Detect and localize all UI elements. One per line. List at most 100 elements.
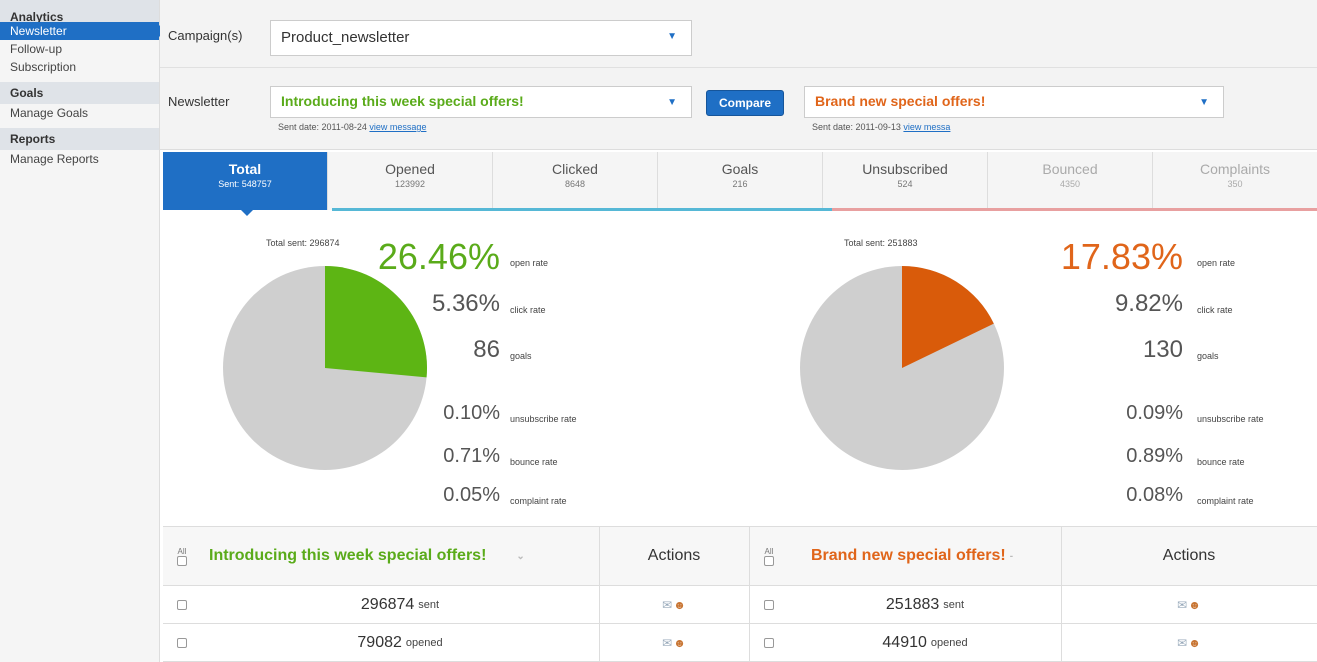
people-icon[interactable]: ☻ bbox=[1188, 598, 1201, 612]
stat-label: unsubscribe rate bbox=[1197, 414, 1264, 424]
sidebar-item-follow-up[interactable]: Follow-up bbox=[0, 40, 159, 58]
row-checkbox-right[interactable] bbox=[749, 624, 789, 661]
pie-slice-open-rate bbox=[325, 266, 427, 378]
tab-total[interactable]: Total Sent: 548757 bbox=[163, 152, 328, 216]
campaign-select[interactable]: Product_newsletter ▼ bbox=[270, 20, 692, 56]
view-message-link[interactable]: view messa bbox=[903, 122, 950, 132]
stat-click-rate-label-wrap: click rate bbox=[1197, 305, 1307, 315]
checkbox[interactable] bbox=[764, 599, 774, 610]
tab-unsubscribed[interactable]: Unsubscribed 524 bbox=[823, 152, 988, 210]
campaign-bar: Campaign(s) Product_newsletter ▼ bbox=[160, 0, 1317, 68]
stat-unit: opened bbox=[405, 636, 443, 649]
row-checkbox-right[interactable] bbox=[749, 586, 789, 623]
tab-count: 4350 bbox=[1059, 179, 1081, 189]
mail-icon[interactable]: ✉ bbox=[662, 636, 672, 650]
checkbox[interactable] bbox=[764, 555, 774, 566]
campaign-select-value: Product_newsletter bbox=[281, 29, 410, 46]
newsletter-left-value: Introducing this week special offers! bbox=[281, 93, 524, 109]
sidebar-item-manage-goals[interactable]: Manage Goals bbox=[0, 104, 159, 122]
stat-click-rate-label-wrap: click rate bbox=[510, 305, 620, 315]
stat-bounce-label-wrap: bounce rate bbox=[510, 457, 620, 467]
left-title: Introducing this week special offers! bbox=[209, 547, 487, 564]
chevron-down-icon: ▼ bbox=[667, 97, 677, 108]
mail-icon[interactable]: ✉ bbox=[1177, 598, 1187, 612]
newsletter-bar: Newsletter Introducing this week special… bbox=[160, 68, 1317, 150]
newsletter-right-select[interactable]: Brand new special offers! ▼ bbox=[804, 86, 1224, 118]
right-stat-cell: 251883 sent bbox=[789, 586, 1061, 623]
stat-number: 296874 bbox=[360, 595, 415, 613]
stat-label: open rate bbox=[1197, 258, 1236, 268]
right-stats-panel: Total sent: 251883 17.83% open rate 9.82… bbox=[740, 214, 1317, 526]
chevron-down-icon: ▼ bbox=[1199, 97, 1209, 108]
stat-value: 5.36% bbox=[431, 290, 500, 317]
stat-label: click rate bbox=[1197, 305, 1233, 315]
stat-value: 26.46% bbox=[377, 236, 500, 277]
row-actions-right: ✉ ☻ bbox=[1061, 586, 1317, 623]
tab-label: Complaints bbox=[1199, 161, 1271, 177]
tab-bounced[interactable]: Bounced 4350 bbox=[988, 152, 1153, 210]
checkbox[interactable] bbox=[177, 637, 187, 648]
view-message-link[interactable]: view message bbox=[369, 122, 426, 132]
tab-complaints[interactable]: Complaints 350 bbox=[1153, 152, 1317, 210]
stat-open-rate-label-wrap: open rate bbox=[510, 258, 620, 268]
newsletter-label: Newsletter bbox=[168, 94, 230, 109]
checkbox[interactable] bbox=[177, 599, 187, 610]
stat-click-rate: 9.82% bbox=[1115, 290, 1183, 318]
sidebar-item-newsletter[interactable]: Newsletter bbox=[0, 22, 165, 40]
checkbox[interactable] bbox=[177, 555, 187, 566]
left-title-header[interactable]: Introducing this week special offers! ⌄ bbox=[201, 527, 599, 585]
tab-count: 350 bbox=[1227, 179, 1243, 189]
right-title-header[interactable]: Brand new special offers! - bbox=[803, 527, 1061, 585]
stat-value: 0.08% bbox=[1126, 484, 1183, 506]
stat-open-rate-label-wrap: open rate bbox=[1197, 258, 1307, 268]
select-all-left[interactable]: All bbox=[163, 527, 201, 585]
stat-complaint-rate: 0.05% bbox=[443, 484, 500, 507]
sidebar-heading-reports: Reports bbox=[0, 128, 159, 150]
stat-goals-label-wrap: goals bbox=[1197, 351, 1307, 361]
campaign-label: Campaign(s) bbox=[168, 28, 243, 43]
table-row: 296874 sent ✉ ☻ 251883 sent ✉ ☻ bbox=[163, 586, 1317, 624]
row-checkbox-left[interactable] bbox=[163, 586, 201, 623]
tab-clicked[interactable]: Clicked 8648 bbox=[493, 152, 658, 210]
mail-icon[interactable]: ✉ bbox=[662, 598, 672, 612]
right-pie-chart bbox=[800, 266, 1004, 470]
stat-value: 9.82% bbox=[1114, 290, 1183, 317]
select-all-right[interactable]: All bbox=[749, 527, 789, 585]
people-icon[interactable]: ☻ bbox=[673, 598, 686, 612]
stat-goals: 130 bbox=[1143, 336, 1183, 364]
row-checkbox-left[interactable] bbox=[163, 624, 201, 661]
stat-complaint-label-wrap: complaint rate bbox=[510, 496, 620, 506]
stat-value: 0.89% bbox=[1126, 445, 1183, 467]
stat-goals-label-wrap: goals bbox=[510, 351, 620, 361]
stat-open-rate: 26.46% bbox=[378, 236, 500, 278]
compare-button[interactable]: Compare bbox=[706, 90, 784, 116]
newsletter-left-select[interactable]: Introducing this week special offers! ▼ bbox=[270, 86, 692, 118]
stat-value: 0.71% bbox=[443, 445, 500, 467]
stat-label: complaint rate bbox=[510, 496, 567, 506]
checkbox[interactable] bbox=[764, 637, 774, 648]
stat-complaint-label-wrap: complaint rate bbox=[1197, 496, 1307, 506]
stat-number: 79082 bbox=[357, 633, 402, 651]
mail-icon[interactable]: ✉ bbox=[1177, 636, 1187, 650]
stat-unit: sent bbox=[418, 598, 440, 611]
sidebar-item-subscription[interactable]: Subscription bbox=[0, 58, 159, 76]
tab-label: Opened bbox=[385, 161, 435, 177]
stat-number: 251883 bbox=[885, 595, 940, 613]
stat-click-rate: 5.36% bbox=[432, 290, 500, 318]
stat-value: 86 bbox=[473, 336, 500, 363]
chevron-down-icon: ▼ bbox=[667, 31, 677, 42]
sidebar: Analytics Newsletter Follow-up Subscript… bbox=[0, 0, 165, 662]
total-sent: Total sent: 296874 bbox=[266, 238, 340, 248]
stat-goals: 86 bbox=[473, 336, 500, 364]
right-stat-cell: 44910 opened bbox=[789, 624, 1061, 661]
stat-unit: sent bbox=[943, 598, 965, 611]
tab-opened[interactable]: Opened 123992 bbox=[328, 152, 493, 210]
tab-label: Unsubscribed bbox=[862, 161, 948, 177]
tab-goals[interactable]: Goals 216 bbox=[658, 152, 823, 210]
tab-label: Total bbox=[228, 161, 262, 177]
stat-value: 0.05% bbox=[443, 484, 500, 506]
sidebar-item-manage-reports[interactable]: Manage Reports bbox=[0, 150, 159, 168]
tab-label: Goals bbox=[721, 161, 759, 177]
people-icon[interactable]: ☻ bbox=[673, 636, 686, 650]
people-icon[interactable]: ☻ bbox=[1188, 636, 1201, 650]
